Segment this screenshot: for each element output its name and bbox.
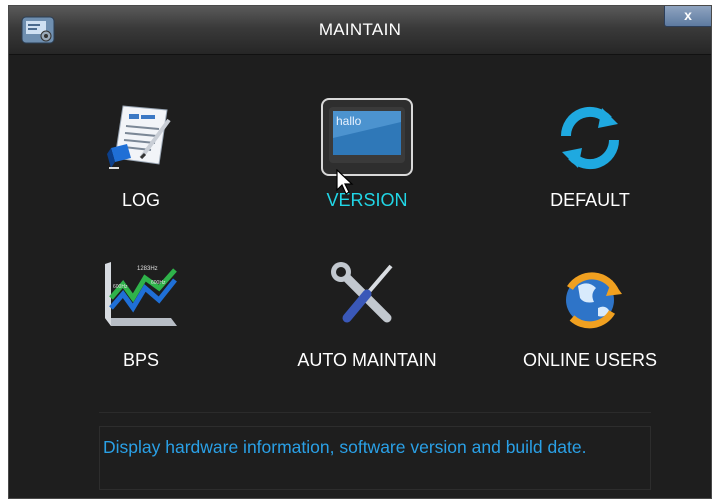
close-button[interactable]: x: [664, 6, 711, 27]
tile-bps-label: BPS: [122, 350, 160, 370]
bps-chart-text-2: 600Hz: [113, 284, 128, 290]
bps-chart-text-1: 1283Hz: [137, 266, 158, 272]
tile-default[interactable]: DEFAULT: [505, 98, 675, 248]
version-screen-icon: hallo: [321, 98, 413, 176]
version-screen-text: hallo: [336, 114, 362, 128]
tile-log-label: LOG: [121, 190, 160, 210]
refresh-arrows-icon: [560, 106, 620, 170]
divider: [99, 412, 651, 413]
tile-log[interactable]: LOG: [56, 98, 226, 248]
tile-online-users[interactable]: ONLINE USERS: [505, 258, 675, 408]
bps-chart-icon: 1283Hz 600Hz 600Hz: [105, 262, 177, 326]
wrench-screwdriver-icon: [331, 262, 393, 323]
tile-version[interactable]: hallo VERSION: [282, 98, 452, 248]
window-title: MAINTAIN: [318, 20, 402, 39]
tile-auto-maintain-label: AUTO MAINTAIN: [297, 350, 437, 370]
mouse-cursor-icon: [336, 169, 354, 195]
tile-version-label: VERSION: [326, 190, 408, 210]
tile-default-label: DEFAULT: [550, 190, 630, 210]
globe-users-icon: [566, 272, 622, 329]
title-bar: MAINTAIN x: [9, 6, 711, 55]
bps-chart-text-3: 600Hz: [151, 280, 166, 286]
description-text: Display hardware information, software v…: [103, 437, 587, 457]
tile-bps[interactable]: 1283Hz 600Hz 600Hz BPS: [56, 258, 226, 408]
log-document-icon: [107, 105, 171, 169]
tile-auto-maintain[interactable]: AUTO MAINTAIN: [282, 258, 452, 408]
maintain-window: MAINTAIN x LOG hallo VERSION DEFAULT 128…: [8, 5, 712, 499]
description-box: Display hardware information, software v…: [99, 426, 651, 490]
tile-online-users-label: ONLINE USERS: [522, 350, 658, 370]
